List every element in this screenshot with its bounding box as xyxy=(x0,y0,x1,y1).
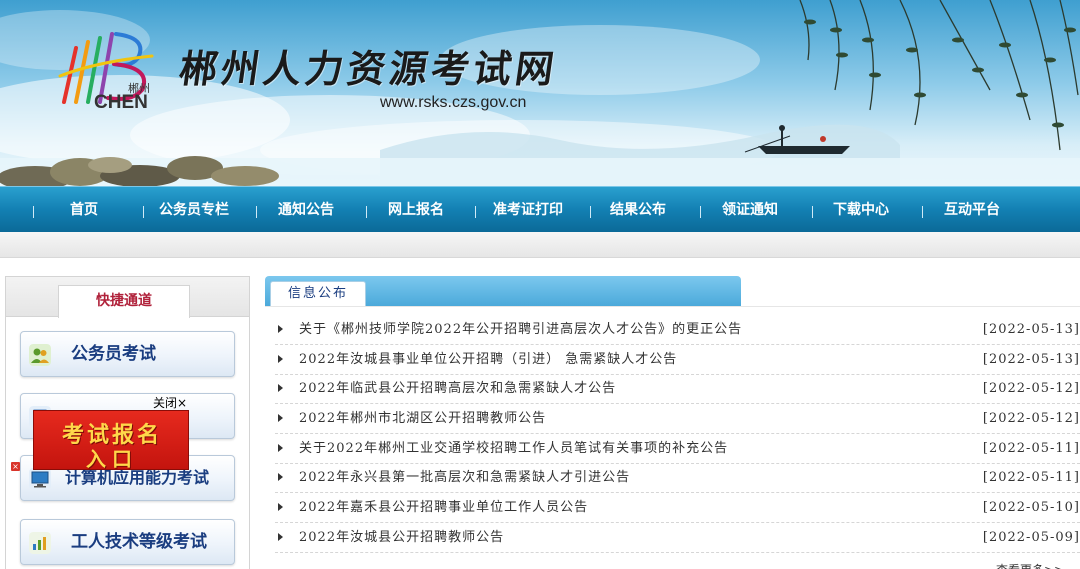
popup-close-button[interactable]: 关闭× xyxy=(153,394,187,411)
divider xyxy=(265,306,1080,307)
nav-item-download-center[interactable]: 下载中心 xyxy=(816,187,906,233)
nav-separator xyxy=(812,206,813,218)
news-title[interactable]: 关于2022年郴州工业交通学校招聘工作人员笔试有关事项的补充公告 xyxy=(299,434,728,464)
news-title[interactable]: 2022年嘉禾县公开招聘事业单位工作人员公告 xyxy=(299,493,588,523)
bullet-icon xyxy=(278,325,283,333)
nav-item-results[interactable]: 结果公布 xyxy=(594,187,682,233)
news-date: [2022-05-11] xyxy=(982,470,1080,485)
header-banner: 郴州 CHEN 郴州人力资源考试网 www.rsks.czs.gov.cn xyxy=(0,0,1080,186)
news-title[interactable]: 关于《郴州技师学院2022年公开招聘引进高层次人才公告》的更正公告 xyxy=(299,315,742,345)
news-item[interactable]: 2022年郴州市北湖区公开招聘教师公告 [2022-05-12] xyxy=(275,404,1080,434)
info-panel-tab[interactable]: 信息公布 xyxy=(270,281,366,306)
bullet-icon xyxy=(278,355,283,363)
nav-item-admission-ticket[interactable]: 准考证打印 xyxy=(478,187,578,233)
news-item[interactable]: 关于《郴州技师学院2022年公开招聘引进高层次人才公告》的更正公告 [2022-… xyxy=(275,315,1080,345)
people-icon xyxy=(29,344,51,366)
sub-nav-bar xyxy=(0,232,1080,258)
news-date: [2022-05-12] xyxy=(982,411,1080,426)
news-date: [2022-05-13] xyxy=(982,322,1080,337)
quick-link-label: 公务员考试 xyxy=(71,344,156,364)
nav-separator xyxy=(33,206,34,218)
bullet-icon xyxy=(278,533,283,541)
news-title[interactable]: 2022年临武县公开招聘高层次和急需紧缺人才公告 xyxy=(299,374,616,404)
view-more-link[interactable]: 查看更多>> xyxy=(996,561,1064,569)
banner-scenery xyxy=(0,0,1080,186)
nav-separator xyxy=(590,206,591,218)
news-title[interactable]: 2022年汝城县公开招聘教师公告 xyxy=(299,523,504,553)
bullet-icon xyxy=(278,473,283,481)
close-icon[interactable]: × xyxy=(11,462,20,471)
news-item[interactable]: 2022年嘉禾县公开招聘事业单位工作人员公告 [2022-05-10] xyxy=(275,493,1080,523)
nav-separator xyxy=(475,206,476,218)
nav-item-interaction[interactable]: 互动平台 xyxy=(926,187,1018,233)
news-item[interactable]: 关于2022年郴州工业交通学校招聘工作人员笔试有关事项的补充公告 [2022-0… xyxy=(275,434,1080,464)
quick-link-civil-servant-exam[interactable]: 公务员考试 xyxy=(20,331,235,377)
bullet-icon xyxy=(278,414,283,422)
news-item[interactable]: 2022年永兴县第一批高层次和急需紧缺人才引进公告 [2022-05-11] xyxy=(275,463,1080,493)
news-item[interactable]: 2022年汝城县公开招聘教师公告 [2022-05-09] xyxy=(275,523,1080,553)
chart-icon xyxy=(29,532,51,554)
nav-item-civil-servant[interactable]: 公务员专栏 xyxy=(148,187,240,233)
nav-item-home[interactable]: 首页 xyxy=(40,187,128,233)
news-date: [2022-05-11] xyxy=(982,441,1080,456)
popup-ad-line2: 入口 xyxy=(86,447,138,471)
news-date: [2022-05-10] xyxy=(982,500,1080,515)
main-nav: 首页 公务员专栏 通知公告 网上报名 准考证打印 结果公布 领证通知 下载中心 … xyxy=(0,186,1080,232)
nav-separator xyxy=(143,206,144,218)
news-date: [2022-05-12] xyxy=(982,381,1080,396)
nav-item-online-registration[interactable]: 网上报名 xyxy=(370,187,462,233)
nav-item-certificate-notice[interactable]: 领证通知 xyxy=(704,187,796,233)
quick-link-worker-skill-exam[interactable]: 工人技术等级考试 xyxy=(20,519,235,565)
bullet-icon xyxy=(278,384,283,392)
logo-text: CHEN xyxy=(94,92,148,113)
news-date: [2022-05-13] xyxy=(982,352,1080,367)
nav-item-notices[interactable]: 通知公告 xyxy=(260,187,352,233)
exam-registration-popup[interactable]: 考试报名 入口 xyxy=(33,410,189,471)
news-item[interactable]: 2022年汝城县事业单位公开招聘（引进） 急需紧缺人才公告 [2022-05-1… xyxy=(275,345,1080,375)
quick-access-title: 快捷通道 xyxy=(58,285,190,318)
news-date: [2022-05-09] xyxy=(982,530,1080,545)
nav-separator xyxy=(700,206,701,218)
nav-separator xyxy=(256,206,257,218)
bullet-icon xyxy=(278,503,283,511)
news-title[interactable]: 2022年永兴县第一批高层次和急需紧缺人才引进公告 xyxy=(299,463,630,493)
quick-link-label: 工人技术等级考试 xyxy=(71,532,207,552)
news-title[interactable]: 2022年汝城县事业单位公开招聘（引进） 急需紧缺人才公告 xyxy=(299,345,677,375)
nav-separator xyxy=(366,206,367,218)
news-title[interactable]: 2022年郴州市北湖区公开招聘教师公告 xyxy=(299,404,546,434)
news-item[interactable]: 2022年临武县公开招聘高层次和急需紧缺人才公告 [2022-05-12] xyxy=(275,374,1080,404)
site-title: 郴州人力资源考试网 xyxy=(176,46,561,91)
nav-separator xyxy=(922,206,923,218)
bullet-icon xyxy=(278,444,283,452)
site-url: www.rsks.czs.gov.cn xyxy=(380,94,527,111)
